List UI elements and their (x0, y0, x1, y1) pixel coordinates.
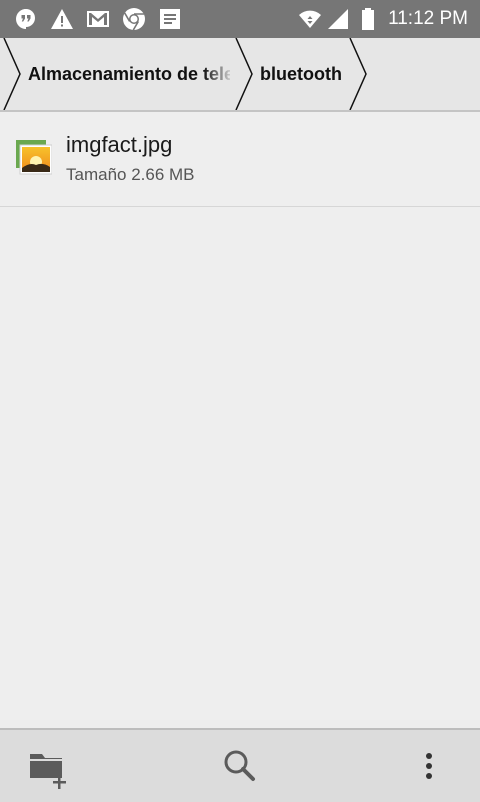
file-name: imgfact.jpg (66, 132, 173, 157)
file-list: imgfact.jpg Tamaño 2.66 MB (0, 112, 480, 207)
new-folder-icon (30, 754, 66, 789)
chrome-icon (122, 7, 146, 31)
battery-icon (356, 7, 380, 31)
hangouts-icon (14, 7, 38, 31)
chevron-right-icon (3, 38, 21, 110)
list-item[interactable]: imgfact.jpg Tamaño 2.66 MB (0, 112, 480, 207)
chevron-right-icon (349, 38, 367, 110)
file-size: Tamaño 2.66 MB (66, 165, 195, 184)
chevron-right-icon (235, 38, 253, 110)
status-bar: 11:12 PM (0, 0, 480, 38)
signal-icon (326, 7, 350, 31)
search-icon (224, 750, 255, 781)
bottom-toolbar (0, 728, 480, 802)
search-button[interactable] (204, 730, 276, 802)
docs-icon (158, 7, 182, 31)
gmail-icon (86, 7, 110, 31)
breadcrumb-item-bluetooth[interactable]: bluetooth (260, 38, 350, 110)
breadcrumb: Almacenamiento de tele bluetooth (0, 38, 480, 112)
more-options-icon (426, 753, 432, 779)
more-options-button[interactable] (393, 730, 465, 802)
breadcrumb-item-label: bluetooth (260, 63, 342, 84)
clock: 11:12 PM (388, 8, 468, 29)
new-folder-button[interactable] (12, 730, 84, 802)
warning-icon (50, 7, 74, 31)
wifi-icon (298, 7, 322, 31)
breadcrumb-item-label: Almacenamiento de tele (28, 63, 230, 84)
breadcrumb-item-storage[interactable]: Almacenamiento de tele (28, 38, 230, 110)
image-file-icon (16, 140, 53, 176)
